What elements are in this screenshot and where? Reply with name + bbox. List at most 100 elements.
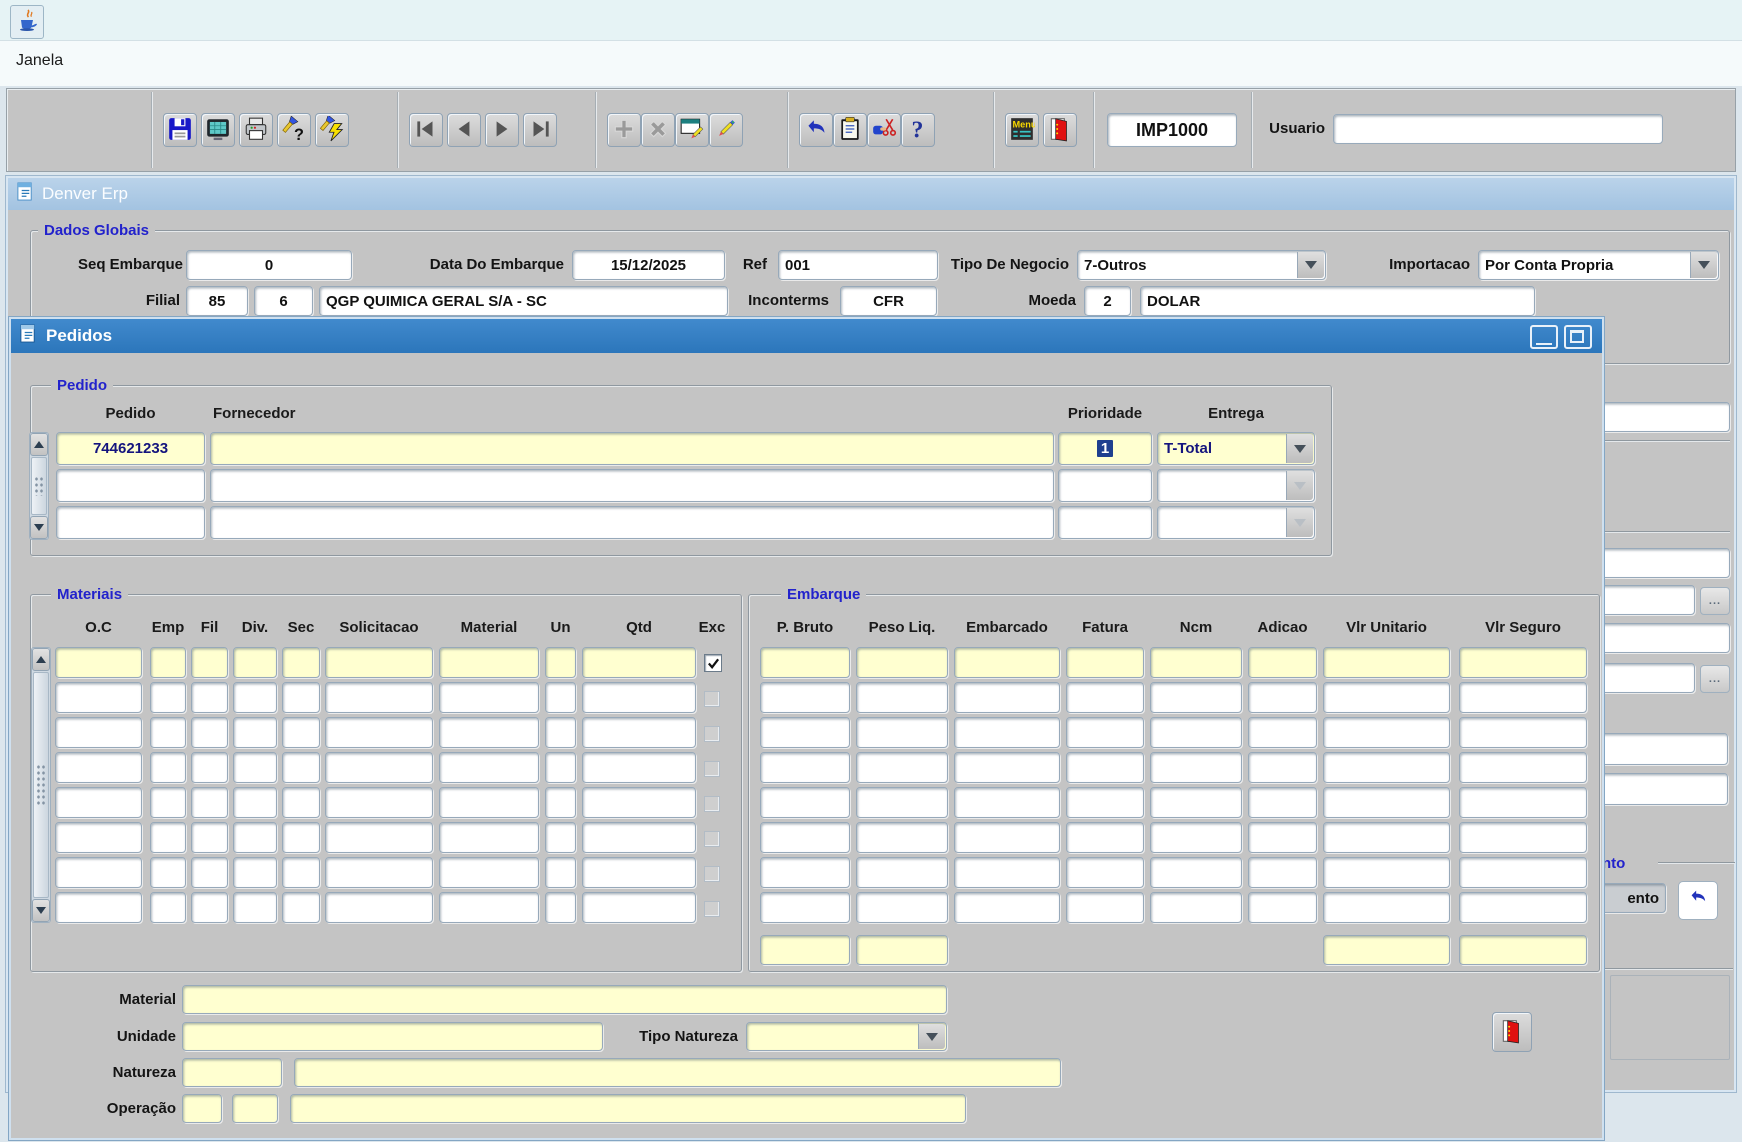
embarque-cell[interactable] [1150, 857, 1242, 888]
embarque-cell[interactable] [856, 787, 948, 818]
embarque-cell[interactable] [856, 822, 948, 853]
embarque-cell[interactable] [1150, 717, 1242, 748]
embarque-cell[interactable] [1323, 647, 1450, 678]
minimize-button[interactable] [1530, 325, 1558, 349]
exc-checkbox[interactable] [704, 866, 720, 882]
pedido-cell[interactable]: 744621233 [56, 432, 205, 465]
clipboard-button[interactable] [833, 113, 867, 147]
scrollbar-thumb[interactable] [31, 457, 47, 515]
embarque-cell[interactable] [1323, 717, 1450, 748]
embarque-cell[interactable] [954, 822, 1060, 853]
materiais-cell[interactable] [191, 787, 228, 818]
exc-checkbox[interactable] [704, 831, 720, 847]
embarque-cell[interactable] [1323, 682, 1450, 713]
materiais-cell[interactable] [582, 682, 696, 713]
embarque-cell[interactable] [1066, 787, 1144, 818]
natureza-code-field[interactable] [182, 1058, 282, 1087]
screen-button[interactable] [201, 113, 235, 147]
pedidos-titlebar[interactable]: Pedidos [11, 319, 1602, 353]
moeda-name-field[interactable]: DOLAR [1140, 286, 1535, 316]
materiais-cell[interactable] [150, 647, 186, 678]
materiais-cell[interactable] [233, 647, 277, 678]
embarque-cell[interactable] [954, 682, 1060, 713]
embarque-cell[interactable] [1248, 752, 1317, 783]
embarque-cell[interactable] [1248, 787, 1317, 818]
embarque-cell[interactable] [954, 717, 1060, 748]
materiais-cell[interactable] [582, 822, 696, 853]
materiais-cell[interactable] [150, 752, 186, 783]
embarque-cell[interactable] [1323, 857, 1450, 888]
data-embarque-field[interactable]: 15/12/2025 [572, 250, 725, 280]
embarque-cell[interactable] [1066, 647, 1144, 678]
embarque-cell[interactable] [1459, 682, 1587, 713]
materiais-cell[interactable] [545, 857, 576, 888]
materiais-cell[interactable] [582, 647, 696, 678]
embarque-cell[interactable] [856, 892, 948, 923]
material-field[interactable] [182, 985, 947, 1014]
bg-undo-button[interactable] [1678, 881, 1718, 920]
bg-field[interactable] [1598, 733, 1728, 765]
materiais-cell[interactable] [55, 857, 142, 888]
filial-code2-field[interactable]: 6 [254, 286, 313, 316]
embarque-cell[interactable] [1459, 647, 1587, 678]
materiais-cell[interactable] [55, 682, 142, 713]
scroll-down-icon[interactable] [30, 516, 48, 539]
edit-window-button[interactable] [675, 113, 709, 147]
embarque-cell[interactable] [760, 892, 850, 923]
execute-query-button[interactable] [315, 113, 349, 147]
chevron-down-icon[interactable] [1690, 252, 1717, 278]
entrega-dropdown[interactable] [1157, 469, 1315, 502]
materiais-cell[interactable] [233, 857, 277, 888]
materiais-cell[interactable] [282, 857, 320, 888]
exc-checkbox[interactable] [704, 761, 720, 777]
bg-field[interactable] [1598, 548, 1730, 578]
materiais-cell[interactable] [55, 717, 142, 748]
materiais-cell[interactable] [582, 717, 696, 748]
operacao-desc-field[interactable] [290, 1094, 966, 1123]
embarque-cell[interactable] [1459, 892, 1587, 923]
embarque-cell[interactable] [954, 787, 1060, 818]
materiais-cell[interactable] [191, 647, 228, 678]
materiais-cell[interactable] [150, 822, 186, 853]
tipo-natureza-dropdown[interactable] [746, 1022, 947, 1051]
embarque-cell[interactable] [760, 857, 850, 888]
materiais-cell[interactable] [325, 682, 433, 713]
materiais-cell[interactable] [325, 752, 433, 783]
pedido-scrollbar[interactable] [29, 432, 49, 540]
exit-button[interactable] [1043, 113, 1077, 147]
embarque-cell[interactable] [760, 647, 850, 678]
materiais-cell[interactable] [150, 717, 186, 748]
embarque-cell[interactable] [1150, 787, 1242, 818]
materiais-cell[interactable] [191, 857, 228, 888]
embarque-cell[interactable] [1248, 857, 1317, 888]
materiais-cell[interactable] [582, 857, 696, 888]
embarque-cell[interactable] [760, 752, 850, 783]
last-record-button[interactable] [523, 113, 557, 147]
materiais-cell[interactable] [439, 682, 539, 713]
java-app-button[interactable] [10, 5, 44, 39]
embarque-cell[interactable] [1248, 822, 1317, 853]
materiais-cell[interactable] [150, 857, 186, 888]
embarque-cell[interactable] [1150, 752, 1242, 783]
embarque-cell[interactable] [1150, 892, 1242, 923]
entrega-dropdown[interactable] [1157, 506, 1315, 539]
embarque-cell[interactable] [1066, 892, 1144, 923]
embarque-cell[interactable] [954, 752, 1060, 783]
materiais-cell[interactable] [545, 787, 576, 818]
embarque-cell[interactable] [856, 717, 948, 748]
usuario-input[interactable] [1333, 114, 1663, 144]
materiais-cell[interactable] [439, 717, 539, 748]
embarque-cell[interactable] [1248, 647, 1317, 678]
first-record-button[interactable] [409, 113, 443, 147]
materiais-cell[interactable] [150, 787, 186, 818]
bg-field[interactable] [1598, 402, 1730, 432]
bg-field[interactable] [1598, 623, 1730, 653]
embarque-cell[interactable] [1459, 752, 1587, 783]
materiais-cell[interactable] [582, 892, 696, 923]
bg-field[interactable] [1598, 585, 1695, 615]
prioridade-cell[interactable] [1058, 469, 1152, 502]
help-button[interactable]: ? [901, 113, 935, 147]
exc-checkbox[interactable] [704, 901, 720, 917]
materiais-cell[interactable] [545, 892, 576, 923]
materiais-cell[interactable] [282, 717, 320, 748]
